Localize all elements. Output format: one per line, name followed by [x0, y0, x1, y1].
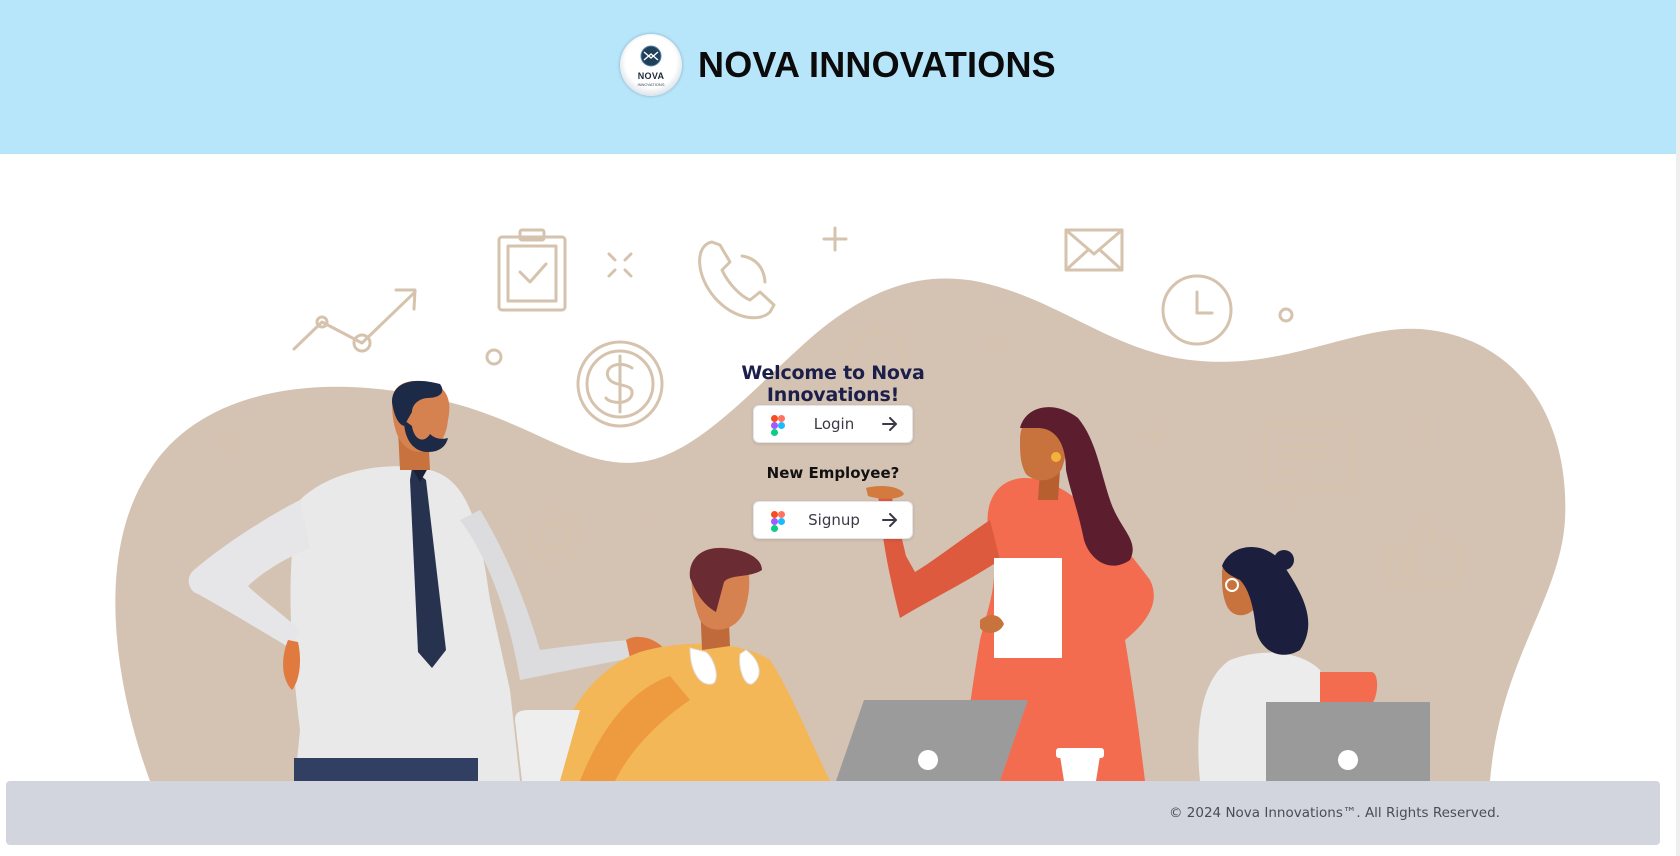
figma-icon: [771, 415, 785, 436]
login-button[interactable]: Login: [753, 405, 913, 443]
laptop-right: [1266, 702, 1430, 781]
logo-text: NOVA: [637, 71, 665, 81]
new-employee-label: New Employee?: [766, 464, 900, 482]
signup-button[interactable]: Signup: [753, 501, 913, 539]
page-title: NOVA INNOVATIONS: [698, 44, 1056, 85]
copyright-text: © 2024 Nova Innovations™. All Rights Res…: [1169, 805, 1500, 821]
logo-subtext: INNOVATIONS: [637, 82, 665, 87]
phone-icon: [698, 240, 776, 320]
clock-icon: [1161, 274, 1233, 346]
arrow-right-icon: [882, 417, 897, 431]
header-bar: NOVA INNOVATIONS NOVA INNOVATIONS: [0, 0, 1676, 154]
dollar-coin-icon: [576, 340, 664, 428]
footer-bar: © 2024 Nova Innovations™. All Rights Res…: [6, 781, 1660, 845]
page-edge: [1676, 0, 1680, 856]
plus-icon: [822, 226, 848, 252]
trend-chart-icon: [292, 288, 417, 353]
welcome-heading: Welcome to Nova Innovations!: [741, 362, 925, 406]
signup-label: Signup: [808, 511, 860, 529]
envelope-icon: [1064, 228, 1124, 272]
figma-icon: [771, 511, 785, 532]
clipboard-check-icon: [497, 228, 567, 312]
dot-icon: [485, 348, 503, 366]
arrow-right-icon: [882, 513, 897, 527]
company-logo[interactable]: NOVA INNOVATIONS: [620, 34, 682, 96]
dot-icon: [1278, 307, 1294, 323]
login-label: Login: [813, 415, 855, 433]
laptop-left: [836, 700, 1028, 781]
sparkle-icon: [607, 252, 633, 278]
